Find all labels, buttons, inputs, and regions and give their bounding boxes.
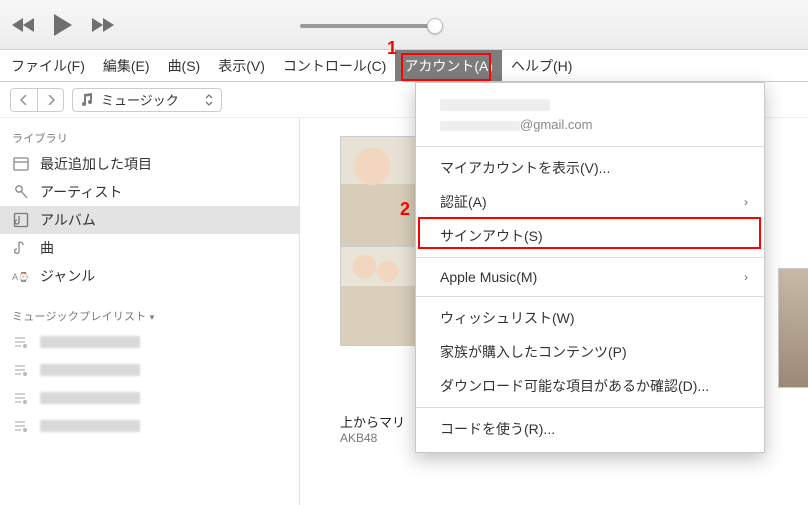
play-icon[interactable]: [52, 13, 74, 37]
album-cover: [340, 136, 420, 256]
playlist-name-redacted: [40, 364, 140, 376]
playlist-item[interactable]: [0, 412, 299, 440]
chevron-right-icon: ›: [744, 195, 748, 209]
account-email-redacted: [440, 121, 520, 131]
sidebar-item-genres[interactable]: A⌚ ジャンル: [0, 262, 299, 290]
playlist-item[interactable]: [0, 356, 299, 384]
chevron-updown-icon: [205, 94, 213, 106]
album-icon: [12, 211, 30, 229]
playlist-icon: [12, 333, 30, 351]
note-icon: [12, 239, 30, 257]
recent-icon: [12, 155, 30, 173]
sidebar-item-label: 曲: [40, 238, 54, 258]
sidebar-item-artists[interactable]: アーティスト: [0, 178, 299, 206]
playlist-name-redacted: [40, 420, 140, 432]
media-type-label: ミュージック: [101, 90, 179, 109]
playlist-icon: [12, 389, 30, 407]
menu-wishlist[interactable]: ウィッシュリスト(W): [416, 301, 764, 335]
playlist-item[interactable]: [0, 328, 299, 356]
menu-file[interactable]: ファイル(F): [2, 50, 94, 81]
album-artist: AKB48: [340, 431, 420, 445]
sidebar-item-label: 最近追加した項目: [40, 154, 152, 174]
menu-separator: [416, 257, 764, 258]
chevron-right-icon: ›: [744, 270, 748, 284]
sidebar-item-label: アーティスト: [40, 182, 122, 202]
album-title: 上からマリ: [340, 412, 420, 431]
menu-account[interactable]: アカウント(A): [395, 50, 502, 81]
menu-authorize[interactable]: 認証(A)›: [416, 185, 764, 219]
genre-icon: A⌚: [12, 267, 30, 285]
playlists-header[interactable]: ミュージックプレイリスト ▾: [0, 302, 299, 328]
menu-check-downloads[interactable]: ダウンロード可能な項目があるか確認(D)...: [416, 369, 764, 403]
account-menu-dropdown: @gmail.com マイアカウントを表示(V)... 認証(A)› サインアウ…: [415, 82, 765, 453]
sidebar-item-recent[interactable]: 最近追加した項目: [0, 150, 299, 178]
library-header: ライブラリ: [0, 124, 299, 150]
album-cover: [778, 268, 808, 388]
album-tile-partial[interactable]: [778, 268, 808, 505]
menu-help[interactable]: ヘルプ(H): [502, 50, 581, 81]
nav-back-forward: [10, 88, 64, 112]
menu-redeem-code[interactable]: コードを使う(R)...: [416, 412, 764, 446]
volume-slider[interactable]: [300, 20, 435, 32]
playlist-name-redacted: [40, 392, 140, 404]
player-toolbar: [0, 0, 808, 50]
menu-separator: [416, 407, 764, 408]
nav-back-button[interactable]: [11, 89, 37, 111]
sidebar-item-label: アルバム: [40, 210, 96, 230]
account-name-redacted: [440, 99, 550, 111]
menu-separator: [416, 296, 764, 297]
menubar: ファイル(F) 編集(E) 曲(S) 表示(V) コントロール(C) アカウント…: [0, 50, 808, 82]
menu-family-purchases[interactable]: 家族が購入したコンテンツ(P): [416, 335, 764, 369]
next-track-icon[interactable]: [88, 16, 114, 34]
sidebar: ライブラリ 最近追加した項目 アーティスト アルバム 曲: [0, 118, 300, 505]
menu-song[interactable]: 曲(S): [159, 50, 210, 81]
previous-track-icon[interactable]: [12, 16, 38, 34]
chevron-down-icon: ▾: [150, 312, 155, 322]
sidebar-item-songs[interactable]: 曲: [0, 234, 299, 262]
menu-edit[interactable]: 編集(E): [94, 50, 159, 81]
menu-separator: [416, 146, 764, 147]
sidebar-item-albums[interactable]: アルバム: [0, 206, 299, 234]
media-type-selector[interactable]: ミュージック: [72, 88, 222, 112]
music-note-icon: [81, 93, 93, 107]
nav-forward-button[interactable]: [37, 89, 63, 111]
menu-apple-music[interactable]: Apple Music(M)›: [416, 262, 764, 292]
mic-icon: [12, 183, 30, 201]
playlist-icon: [12, 417, 30, 435]
playlist-item[interactable]: [0, 384, 299, 412]
playlist-icon: [12, 361, 30, 379]
playlist-name-redacted: [40, 336, 140, 348]
album-cover: [340, 246, 420, 346]
menu-control[interactable]: コントロール(C): [274, 50, 395, 81]
album-tile[interactable]: 上からマリ AKB48: [340, 136, 420, 445]
menu-view-account[interactable]: マイアカウントを表示(V)...: [416, 151, 764, 185]
menu-sign-out[interactable]: サインアウト(S): [416, 219, 764, 253]
account-email-suffix: @gmail.com: [520, 117, 592, 132]
sidebar-item-label: ジャンル: [40, 266, 95, 286]
menu-view[interactable]: 表示(V): [209, 50, 274, 81]
svg-text:A⌚: A⌚: [12, 271, 29, 282]
account-info: @gmail.com: [416, 89, 764, 142]
play-controls: [12, 13, 114, 37]
